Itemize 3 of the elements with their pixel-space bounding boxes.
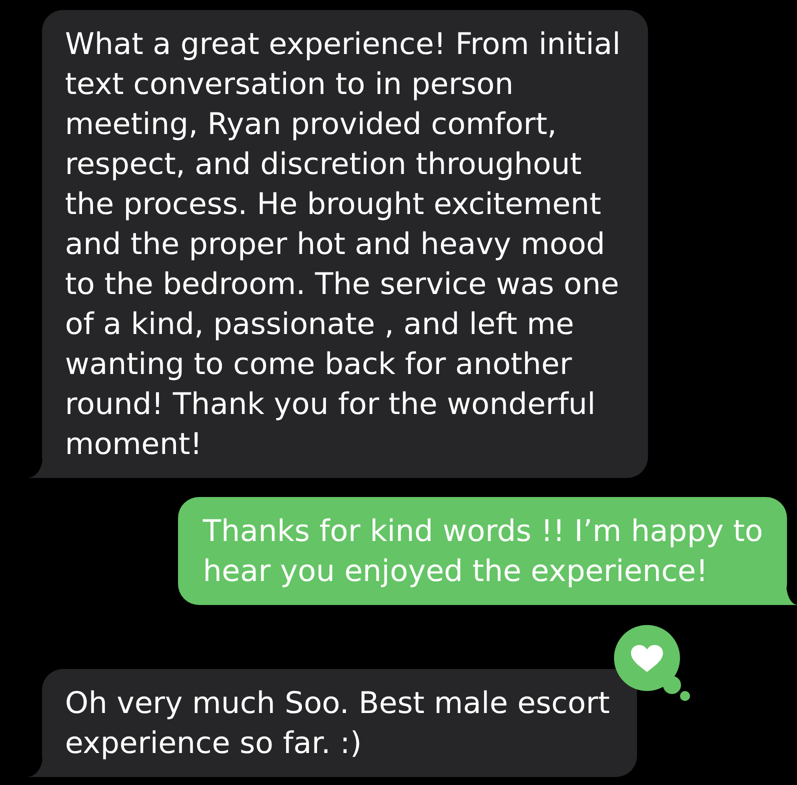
message-bubble: Thanks for kind words !! I’m happy to hear you enjoyed the experience! bbox=[178, 497, 797, 605]
message-bubble: What a great experience! From initial text conversation to in person meeting, Ryan provided comfort, respect, and discretion throughout the process. He brought excitement and the proper hot and heavy mood to the bedroom. The service was one of a kind, passionate , and left me wanting to come back for another round! Thank you for the wonderful moment! bbox=[28, 10, 648, 478]
message-bubble: Oh very much Soo. Best male escort experience so far. :) bbox=[28, 669, 637, 777]
